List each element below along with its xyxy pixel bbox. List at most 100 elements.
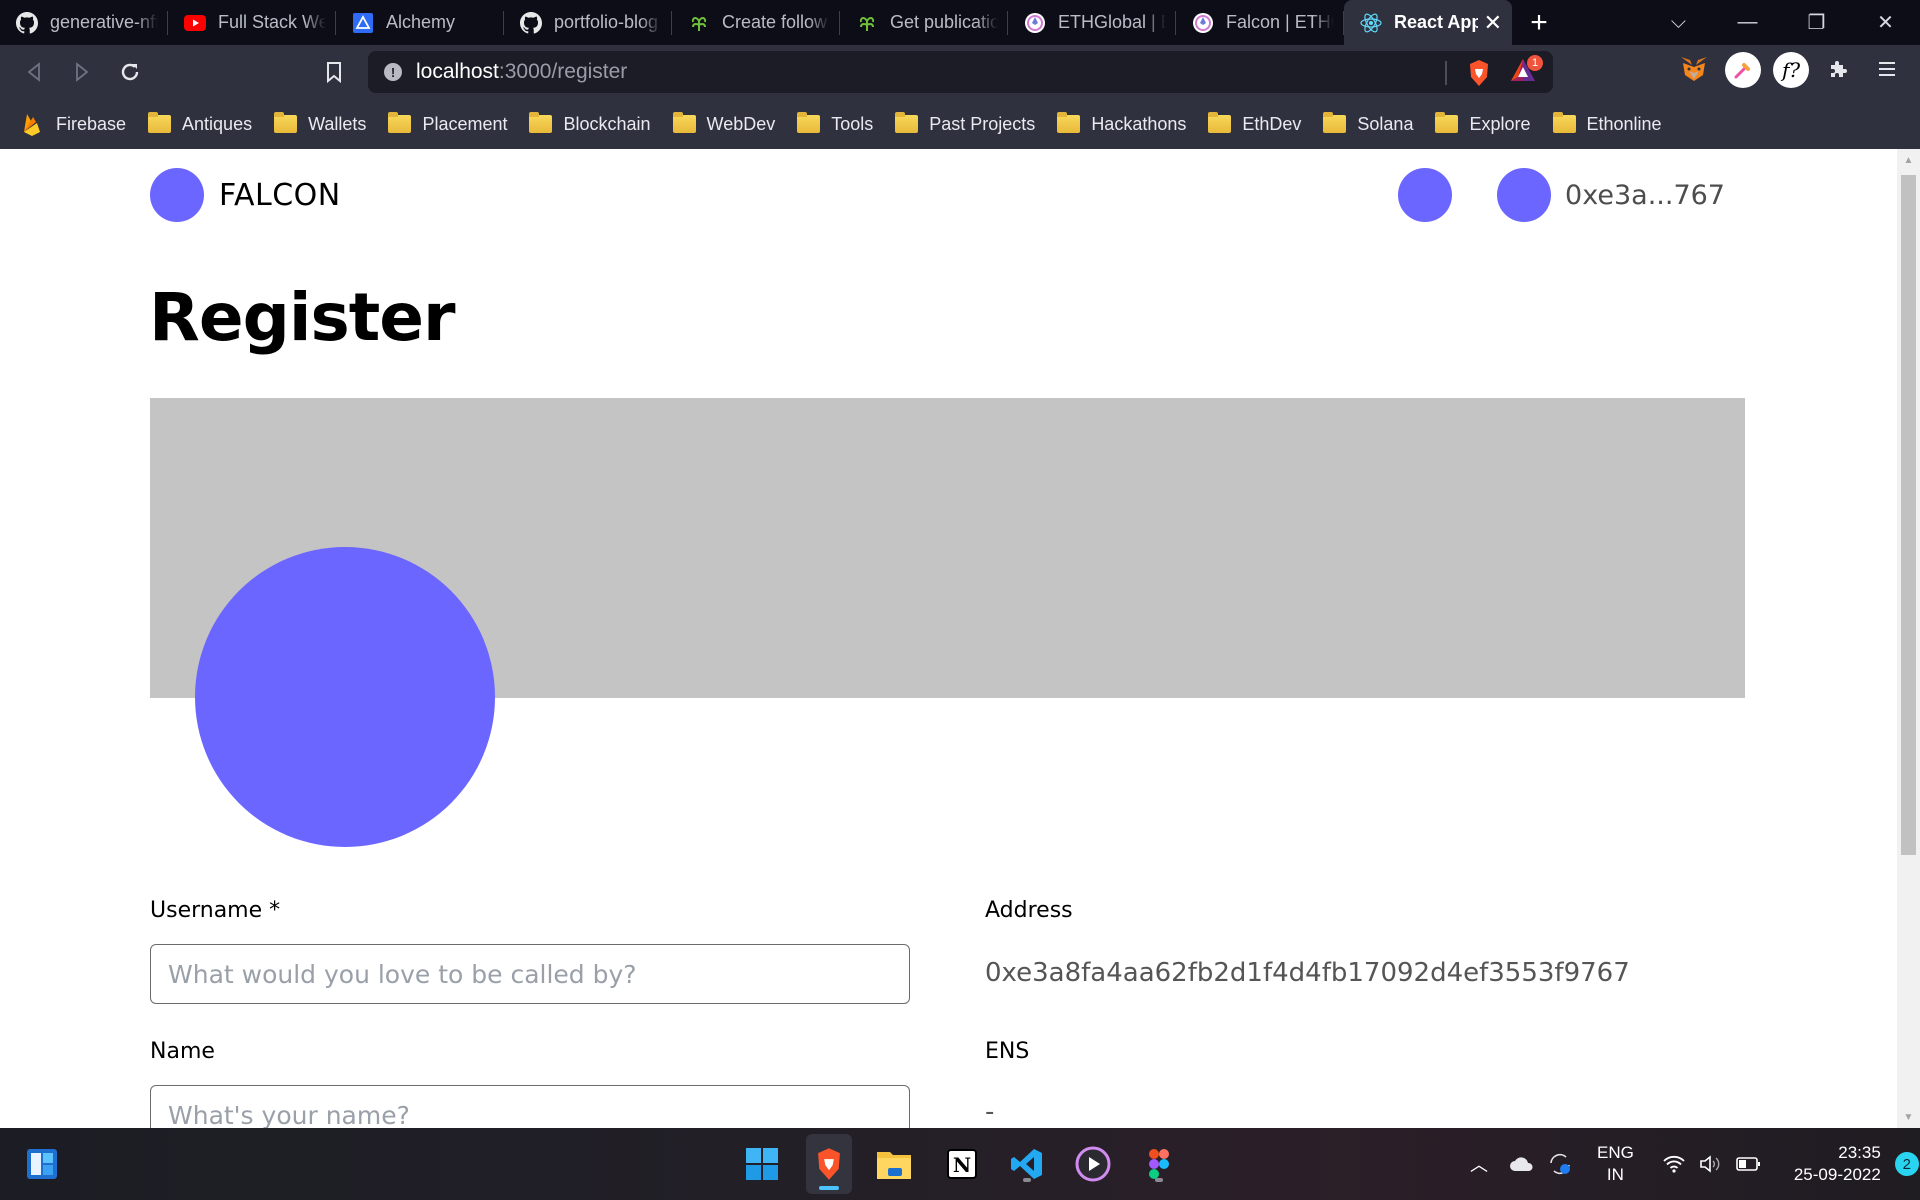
show-hidden-icons-chevron-icon[interactable]: ︿ — [1465, 1151, 1493, 1177]
folder-icon — [529, 112, 553, 133]
folder-icon — [148, 112, 172, 133]
tab-get-publication[interactable]: Get publicatio — [840, 0, 1008, 45]
close-tab-icon[interactable]: ✕ — [1484, 10, 1502, 36]
tab-full-stack-web[interactable]: Full Stack Web — [168, 0, 336, 45]
bookmark-folder-blockchain[interactable]: Blockchain — [529, 112, 651, 135]
metamask-extension-icon[interactable] — [1675, 50, 1713, 88]
clock[interactable]: 23:35 25-09-2022 — [1794, 1142, 1881, 1186]
bookmarks-bar: Firebase Antiques Wallets Placement Bloc… — [0, 99, 1920, 149]
bookmark-folder-antiques[interactable]: Antiques — [148, 112, 252, 135]
firebase-icon — [24, 114, 40, 136]
wallet-avatar[interactable] — [1497, 168, 1552, 222]
profile-picture-placeholder[interactable] — [195, 547, 495, 847]
brave-rewards-icon[interactable]: 1 — [1509, 55, 1543, 88]
folder-icon — [1208, 112, 1232, 133]
tab-title: portfolio-blog — [554, 12, 659, 32]
page-scrollbar[interactable]: ▲ ▼ — [1897, 149, 1920, 1128]
folder-icon — [1435, 112, 1459, 133]
bookmark-label: Wallets — [308, 113, 367, 134]
bookmark-folder-hackathons[interactable]: Hackathons — [1057, 112, 1186, 135]
wallet-address-short[interactable]: 0xe3a...767 — [1565, 180, 1725, 211]
tab-generative-nft[interactable]: generative-nft — [0, 0, 168, 45]
lens-icon — [688, 12, 710, 34]
brave-taskbar-icon[interactable] — [806, 1134, 852, 1194]
start-button-icon[interactable] — [740, 1142, 784, 1186]
language-indicator[interactable]: ENG IN — [1597, 1142, 1634, 1186]
bookmark-folder-wallets[interactable]: Wallets — [274, 112, 367, 135]
new-tab-button[interactable]: + — [1512, 0, 1566, 45]
reload-button[interactable] — [106, 52, 154, 92]
media-player-icon[interactable] — [1071, 1142, 1115, 1186]
nav-avatar-button[interactable] — [1398, 168, 1453, 222]
minimize-button[interactable]: — — [1713, 0, 1782, 45]
tab-react-app[interactable]: React App ✕ — [1344, 0, 1512, 45]
brand-name[interactable]: FALCON — [219, 178, 341, 213]
tab-ethglobal[interactable]: ETHGlobal | ET — [1008, 0, 1176, 45]
volume-icon[interactable] — [1698, 1153, 1724, 1175]
scroll-up-arrow-icon[interactable]: ▲ — [1897, 149, 1920, 171]
username-input[interactable] — [150, 944, 910, 1004]
web-page: FALCON 0xe3a...767 Register Username * N… — [0, 149, 1897, 1128]
tab-portfolio-blog[interactable]: portfolio-blog — [504, 0, 672, 45]
brave-shields-icon[interactable] — [1467, 59, 1491, 92]
tab-title: Alchemy — [386, 12, 456, 32]
extensions-puzzle-icon[interactable] — [1820, 50, 1858, 88]
site-info-icon[interactable]: ! — [384, 63, 402, 81]
bookmark-folder-ethdev[interactable]: EthDev — [1208, 112, 1301, 135]
bookmark-folder-placement[interactable]: Placement — [388, 112, 508, 135]
widgets-icon[interactable] — [20, 1142, 64, 1186]
tab-title: ETHGlobal | ET — [1058, 12, 1166, 32]
tab-title: Get publicatio — [890, 12, 998, 32]
browser-toolbar: ! localhost:3000/register 1 f? — [0, 45, 1920, 99]
bookmark-folder-ethonline[interactable]: Ethonline — [1552, 112, 1662, 135]
onedrive-icon[interactable] — [1509, 1156, 1535, 1172]
reload-icon — [121, 63, 139, 81]
browser-menu-icon[interactable] — [1868, 50, 1906, 88]
tab-falcon-ethglobal[interactable]: Falcon | ETHGl — [1176, 0, 1344, 45]
notion-icon[interactable]: N — [940, 1142, 984, 1186]
file-explorer-icon[interactable] — [872, 1142, 916, 1186]
bookmark-firebase[interactable]: Firebase — [22, 112, 126, 136]
bookmark-folder-webdev[interactable]: WebDev — [672, 112, 775, 135]
url-host: localhost — [416, 60, 499, 83]
bookmark-button[interactable] — [310, 52, 358, 92]
region-code: IN — [1606, 1165, 1624, 1184]
address-bar[interactable]: ! localhost:3000/register 1 — [368, 51, 1553, 93]
scroll-down-arrow-icon[interactable]: ▼ — [1897, 1106, 1920, 1128]
bookmark-label: Placement — [422, 113, 508, 134]
forward-button[interactable] — [58, 52, 106, 92]
folder-icon — [672, 112, 696, 133]
address-label: Address — [985, 898, 1073, 923]
bookmark-folder-tools[interactable]: Tools — [797, 112, 873, 135]
windows-taskbar: N ︿ ENG IN 23:35 25-09-2022 2 — [0, 1128, 1920, 1200]
name-input[interactable] — [150, 1085, 910, 1128]
bookmark-folder-solana[interactable]: Solana — [1323, 112, 1413, 135]
sync-icon[interactable] — [1547, 1151, 1573, 1177]
window-controls: ⌵ — ❐ ✕ — [1644, 0, 1920, 45]
tab-search-dropdown-icon[interactable]: ⌵ — [1644, 0, 1713, 45]
back-button[interactable] — [10, 52, 58, 92]
font-finder-extension-icon[interactable]: f? — [1773, 52, 1809, 88]
wifi-icon[interactable] — [1662, 1154, 1686, 1174]
tab-create-follow[interactable]: Create follow — [672, 0, 840, 45]
notification-center-badge[interactable]: 2 — [1894, 1152, 1919, 1176]
bookmark-folder-explore[interactable]: Explore — [1435, 112, 1531, 135]
bookmark-label: Ethonline — [1586, 113, 1662, 134]
address-value: 0xe3a8fa4aa62fb2d1f4d4fb17092d4ef3553f97… — [985, 958, 1630, 988]
github-icon — [520, 11, 542, 34]
restore-button[interactable]: ❐ — [1782, 0, 1851, 45]
bookmark-icon — [327, 62, 341, 83]
tab-alchemy[interactable]: Alchemy — [336, 0, 504, 45]
vscode-icon[interactable] — [1005, 1142, 1049, 1186]
folder-icon — [1057, 112, 1081, 133]
running-app-indicator — [1023, 1178, 1031, 1182]
close-window-button[interactable]: ✕ — [1851, 0, 1920, 45]
falcon-logo[interactable] — [150, 168, 204, 222]
bookmark-folder-past-projects[interactable]: Past Projects — [895, 112, 1035, 135]
battery-icon[interactable] — [1736, 1156, 1762, 1172]
bookmark-label: Blockchain — [563, 113, 651, 134]
url-path: :3000/register — [498, 60, 628, 83]
color-picker-extension-icon[interactable] — [1725, 52, 1761, 88]
figma-icon[interactable] — [1137, 1142, 1181, 1186]
scrollbar-thumb[interactable] — [1901, 175, 1916, 855]
